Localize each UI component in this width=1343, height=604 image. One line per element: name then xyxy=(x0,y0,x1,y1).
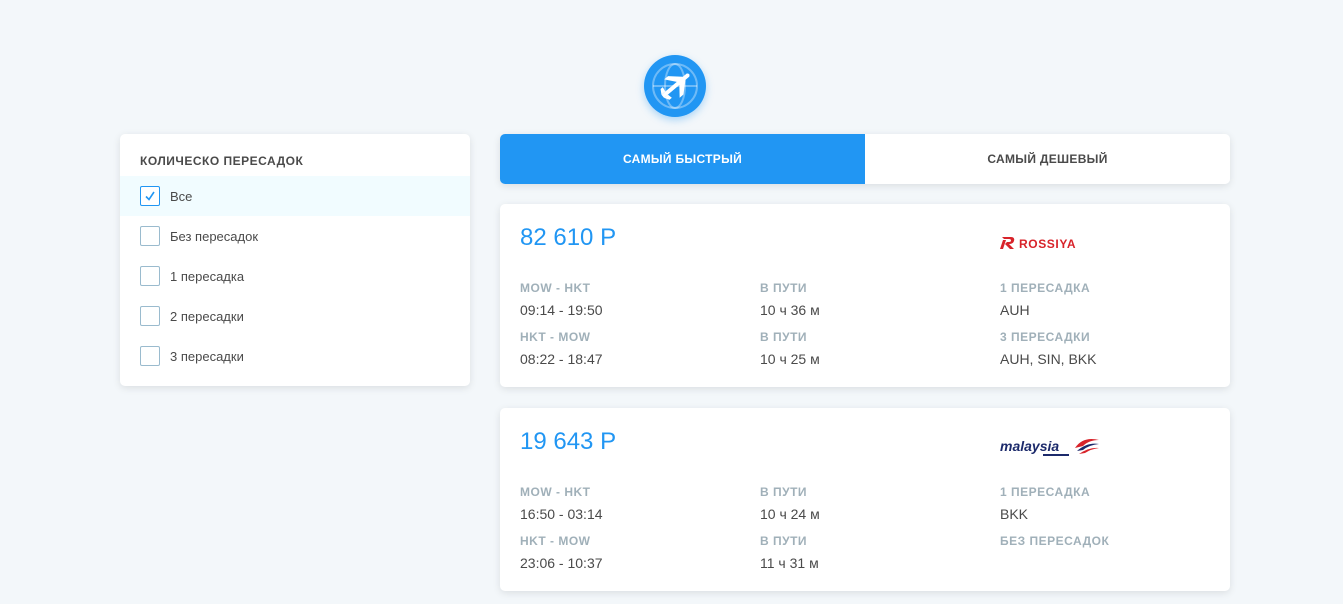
filter-title: Колическо пересадок xyxy=(140,154,304,168)
filter-option-no-stops[interactable]: Без пересадок xyxy=(120,216,470,256)
stops-label: БЕЗ ПЕРЕСАДОК xyxy=(1000,534,1110,548)
segment-duration: 10 ч 25 м xyxy=(760,351,820,367)
segment-route: MOW - HKT xyxy=(520,485,591,499)
carrier-logo-rossiya: ROSSIYA xyxy=(999,228,1109,258)
stops-label: 1 ПЕРЕСАДКА xyxy=(1000,485,1091,499)
segment-outbound: MOW - HKT 09:14 - 19:50 В ПУТИ 10 ч 36 м… xyxy=(520,281,1210,321)
filter-option-1-stop[interactable]: 1 пересадка xyxy=(120,256,470,296)
tab-cheapest[interactable]: САМЫЙ ДЕШЕВЫЙ xyxy=(865,134,1230,184)
filter-option-label: 1 пересадка xyxy=(170,268,245,284)
checkbox[interactable] xyxy=(140,226,160,246)
filter-option-label: 3 пересадки xyxy=(170,348,244,364)
duration-label: В ПУТИ xyxy=(760,330,808,344)
segment-route: HKT - MOW xyxy=(520,330,591,344)
checkbox[interactable] xyxy=(140,306,160,326)
segment-time: 16:50 - 03:14 xyxy=(520,506,603,522)
ticket-price: 82 610 Р xyxy=(520,224,617,251)
segment-duration: 11 ч 31 м xyxy=(760,555,819,571)
segment-time: 08:22 - 18:47 xyxy=(520,351,603,367)
stops-filter-panel: Колическо пересадок Все Без пересадок 1 … xyxy=(120,134,470,386)
carrier-logo-text: ROSSIYA xyxy=(1019,237,1076,251)
tab-fastest[interactable]: САМЫЙ БЫСТРЫЙ xyxy=(500,134,865,184)
sort-tabs: САМЫЙ БЫСТРЫЙ САМЫЙ ДЕШЕВЫЙ xyxy=(500,134,1230,184)
segment-route: HKT - MOW xyxy=(520,534,591,548)
duration-label: В ПУТИ xyxy=(760,485,808,499)
carrier-logo-text: malaysia xyxy=(1000,438,1059,454)
checkbox-checked[interactable] xyxy=(140,186,160,206)
checkbox[interactable] xyxy=(140,266,160,286)
filter-option-label: 2 пересадки xyxy=(170,308,244,324)
filter-option-label: Без пересадок xyxy=(170,228,259,244)
filter-option-all[interactable]: Все xyxy=(120,176,470,216)
app-logo-icon xyxy=(644,55,706,117)
segment-time: 09:14 - 19:50 xyxy=(520,302,603,318)
stops-label: 1 ПЕРЕСАДКА xyxy=(1000,281,1091,295)
ticket-price: 19 643 Р xyxy=(520,428,617,455)
stops-label: 3 ПЕРЕСАДКИ xyxy=(1000,330,1091,344)
duration-label: В ПУТИ xyxy=(760,281,808,295)
segment-return: HKT - MOW 23:06 - 10:37 В ПУТИ 11 ч 31 м… xyxy=(520,534,1210,574)
segment-time: 23:06 - 10:37 xyxy=(520,555,603,571)
segment-outbound: MOW - HKT 16:50 - 03:14 В ПУТИ 10 ч 24 м… xyxy=(520,485,1210,525)
ticket-card[interactable]: 19 643 Р malaysia MOW - HKT 16:50 - 03:1… xyxy=(500,408,1230,591)
checkbox[interactable] xyxy=(140,346,160,366)
segment-stops: AUH, SIN, BKK xyxy=(1000,351,1097,367)
filter-option-2-stops[interactable]: 2 пересадки xyxy=(120,296,470,336)
segment-duration: 10 ч 24 м xyxy=(760,506,820,522)
duration-label: В ПУТИ xyxy=(760,534,808,548)
ticket-card[interactable]: 82 610 Р ROSSIYA MOW - HKT 09:14 - 19:50… xyxy=(500,204,1230,387)
segment-return: HKT - MOW 08:22 - 18:47 В ПУТИ 10 ч 25 м… xyxy=(520,330,1210,370)
filter-option-3-stops[interactable]: 3 пересадки xyxy=(120,336,470,376)
segment-stops: AUH xyxy=(1000,302,1030,318)
segment-route: MOW - HKT xyxy=(520,281,591,295)
filter-option-label: Все xyxy=(170,188,193,204)
segment-duration: 10 ч 36 м xyxy=(760,302,820,318)
checkmark-icon xyxy=(145,191,155,201)
carrier-logo-malaysia: malaysia xyxy=(999,432,1109,462)
segment-stops: BKK xyxy=(1000,506,1029,522)
